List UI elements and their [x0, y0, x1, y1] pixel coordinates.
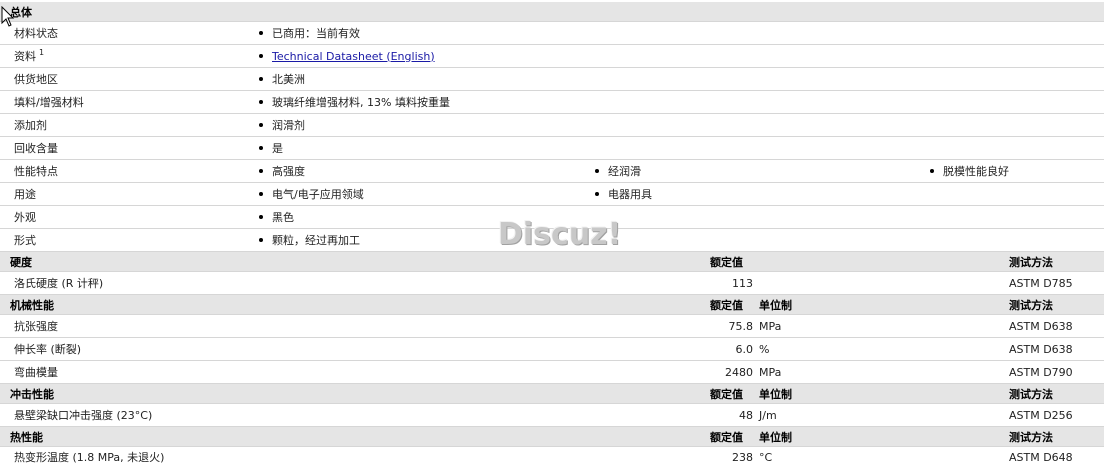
property-label: 悬壁梁缺口冲击强度 (23°C)	[14, 409, 153, 422]
row-value: 玻璃纤维增强材料, 13% 填料按重量	[259, 91, 450, 113]
test-method: ASTM D638	[1009, 319, 1073, 333]
property-label: 洛氏硬度 (R 计秤)	[14, 277, 104, 290]
section-title: 机械性能	[10, 298, 54, 312]
spec-row: 用途 电气/电子应用领域 电器用具	[0, 183, 1104, 206]
row-value: 是	[259, 137, 283, 159]
test-method-header: 测试方法	[1009, 430, 1053, 444]
row-value: 已商用：当前有效	[259, 22, 360, 44]
row-label: 性能特点	[14, 165, 58, 178]
thermal-section-header: 热性能 额定值 单位制 测试方法	[0, 427, 1104, 447]
row-value: 经润滑	[595, 160, 641, 182]
property-row: 伸长率 (断裂) 6.0 % ASTM D638	[0, 338, 1104, 361]
test-method: ASTM D638	[1009, 342, 1073, 356]
property-value: 6.0	[735, 342, 754, 356]
bullet-icon	[259, 54, 263, 58]
test-method: ASTM D790	[1009, 365, 1073, 379]
spec-row: 资料 1 Technical Datasheet (English)	[0, 45, 1104, 68]
property-row: 热变形温度 (1.8 MPa, 未退火) 238 °C ASTM D648	[0, 447, 1104, 467]
property-unit: MPa	[759, 365, 782, 379]
datasheet-link[interactable]: Technical Datasheet (English)	[272, 50, 435, 63]
row-label: 外观	[14, 211, 36, 224]
test-method-header: 测试方法	[1009, 387, 1053, 401]
property-unit: J/m	[759, 408, 777, 422]
section-title: 冲击性能	[10, 387, 54, 401]
property-row: 抗张强度 75.8 MPa ASTM D638	[0, 315, 1104, 338]
watermark: Discuz!	[498, 217, 622, 252]
spec-row: 回收含量 是	[0, 137, 1104, 160]
row-value: 北美洲	[259, 68, 305, 90]
row-label: 资料 1	[14, 47, 45, 64]
rated-value-header: 额定值	[710, 255, 743, 269]
hardness-section-header: 硬度 额定值 测试方法	[0, 252, 1104, 272]
row-label: 材料状态	[14, 27, 58, 40]
spec-row: 供货地区 北美洲	[0, 68, 1104, 91]
property-unit: %	[759, 342, 770, 356]
test-method: ASTM D648	[1009, 450, 1073, 464]
rated-value-header: 额定值	[710, 387, 743, 401]
row-value: Technical Datasheet (English)	[259, 45, 435, 67]
rated-value-header: 额定值	[710, 430, 743, 444]
row-value: 黑色	[259, 206, 294, 228]
test-method: ASTM D256	[1009, 408, 1073, 422]
row-label: 回收含量	[14, 142, 58, 155]
property-value: 48	[739, 408, 753, 422]
spec-row: 性能特点 高强度 经润滑 脱模性能良好	[0, 160, 1104, 183]
impact-section-header: 冲击性能 额定值 单位制 测试方法	[0, 384, 1104, 404]
bullet-icon	[259, 146, 263, 150]
unit-header: 单位制	[759, 298, 792, 312]
section-title: 硬度	[10, 255, 32, 269]
general-section-header: 总体	[0, 2, 1104, 22]
bullet-icon	[595, 192, 599, 196]
row-value: 润滑剂	[259, 114, 305, 136]
unit-header: 单位制	[759, 430, 792, 444]
property-label: 弯曲模量	[14, 366, 58, 379]
spec-row: 填料/增强材料 玻璃纤维增强材料, 13% 填料按重量	[0, 91, 1104, 114]
bullet-icon	[259, 192, 263, 196]
bullet-icon	[259, 100, 263, 104]
test-method: ASTM D785	[1009, 276, 1073, 290]
bullet-icon	[259, 77, 263, 81]
spec-row: 添加剂 润滑剂	[0, 114, 1104, 137]
unit-header: 单位制	[759, 387, 792, 401]
property-unit: °C	[759, 450, 773, 464]
property-row: 洛氏硬度 (R 计秤) 113 ASTM D785	[0, 272, 1104, 295]
test-method-header: 测试方法	[1009, 255, 1053, 269]
row-value: 颗粒，经过再加工	[259, 229, 360, 251]
property-label: 抗张强度	[14, 320, 58, 333]
row-value: 高强度	[259, 160, 305, 182]
row-label: 供货地区	[14, 73, 58, 86]
row-value: 电气/电子应用领域	[259, 183, 364, 205]
property-row: 悬壁梁缺口冲击强度 (23°C) 48 J/m ASTM D256	[0, 404, 1104, 427]
row-value: 脱模性能良好	[930, 160, 1009, 182]
row-value: 电器用具	[595, 183, 652, 205]
rated-value-header: 额定值	[710, 298, 743, 312]
row-label: 用途	[14, 188, 36, 201]
property-label: 伸长率 (断裂)	[14, 343, 82, 356]
row-label: 添加剂	[14, 119, 47, 132]
mechanical-section-header: 机械性能 额定值 单位制 测试方法	[0, 295, 1104, 315]
property-label: 热变形温度 (1.8 MPa, 未退火)	[14, 451, 165, 464]
test-method-header: 测试方法	[1009, 298, 1053, 312]
section-title: 热性能	[10, 430, 43, 444]
row-label: 形式	[14, 234, 36, 247]
property-unit: MPa	[759, 319, 782, 333]
property-value: 238	[732, 450, 753, 464]
bullet-icon	[259, 238, 263, 242]
property-value: 113	[732, 276, 753, 290]
spec-row: 材料状态 已商用：当前有效	[0, 22, 1104, 45]
property-value: 2480	[725, 365, 753, 379]
footnote-marker: 1	[39, 47, 45, 57]
row-label: 填料/增强材料	[14, 96, 84, 109]
bullet-icon	[259, 123, 263, 127]
bullet-icon	[259, 169, 263, 173]
bullet-icon	[595, 169, 599, 173]
bullet-icon	[930, 169, 934, 173]
bullet-icon	[259, 215, 263, 219]
bullet-icon	[259, 31, 263, 35]
property-row: 弯曲模量 2480 MPa ASTM D790	[0, 361, 1104, 384]
mouse-cursor-icon	[1, 6, 15, 27]
property-value: 75.8	[728, 319, 754, 333]
